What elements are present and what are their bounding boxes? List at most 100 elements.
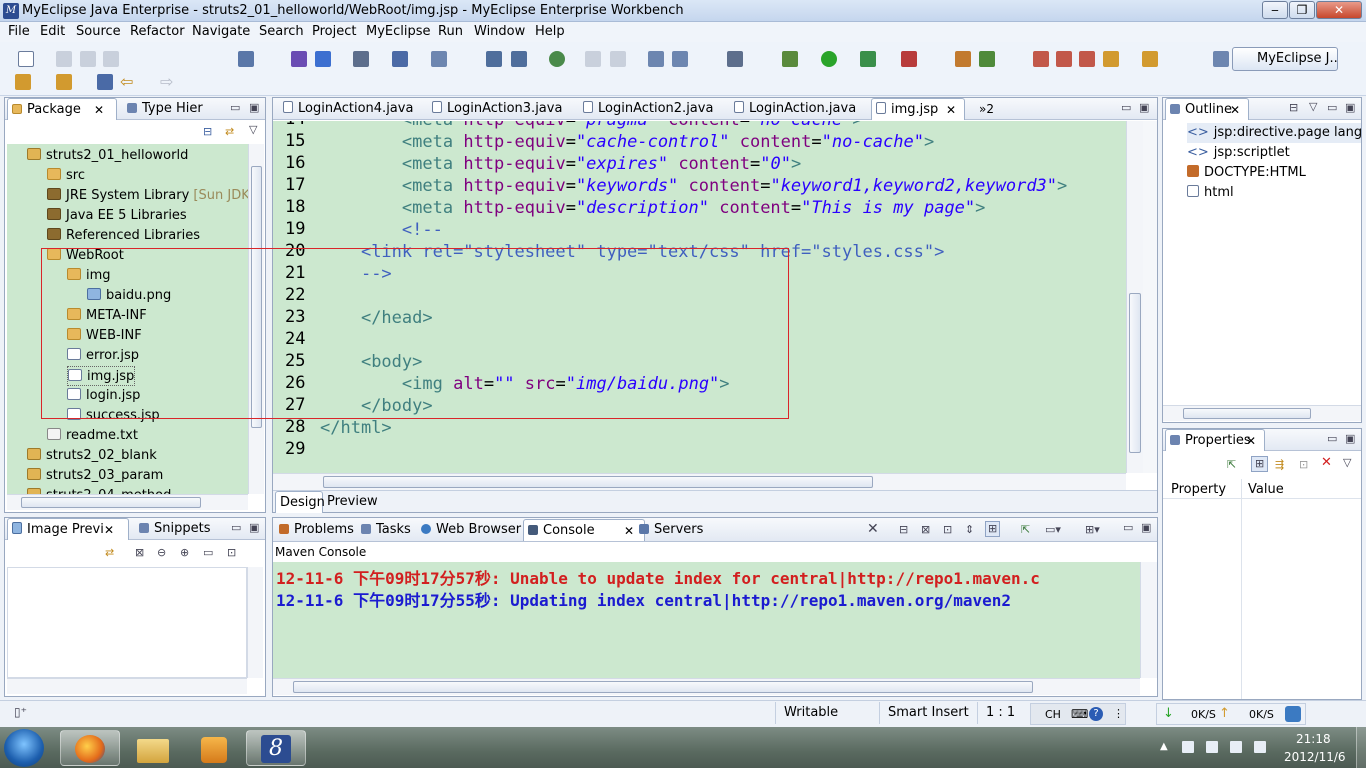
filter-icon[interactable]: ⇶	[1275, 458, 1284, 472]
code-line[interactable]: <meta http-equiv="description" content="…	[320, 197, 986, 219]
ime-options-icon[interactable]: ⋮	[1113, 707, 1124, 720]
outline-item-directive[interactable]: <> jsp:directive.page languag	[1187, 123, 1361, 143]
code-line[interactable]: <meta http-equiv="expires" content="0">	[320, 153, 801, 175]
pin-console-icon[interactable]: ⇱	[1021, 523, 1030, 537]
view-menu-icon[interactable]: ▽	[1309, 100, 1317, 114]
minimize-view-icon[interactable]: ▭	[1121, 101, 1131, 115]
scrollbar-thumb[interactable]	[21, 497, 201, 508]
deploy-icon[interactable]	[291, 51, 307, 67]
tab-outline[interactable]: Outline ✕	[1165, 98, 1249, 120]
code-line[interactable]: <meta http-equiv="cache-control" content…	[320, 131, 934, 153]
show-desktop-button[interactable]	[1356, 727, 1366, 768]
close-icon[interactable]: ✕	[94, 99, 104, 121]
tab-properties[interactable]: Properties ✕	[1165, 429, 1265, 451]
new-package-icon[interactable]	[486, 51, 502, 67]
tab-image-preview[interactable]: Image Previ ✕	[7, 518, 129, 540]
tab-img-jsp[interactable]: img.jsp ✕	[871, 98, 965, 120]
terminate-icon[interactable]: ✕	[867, 522, 879, 536]
code-line[interactable]: <meta http-equiv="keywords" content="key…	[320, 175, 1067, 197]
code-line[interactable]: </html>	[320, 417, 392, 439]
sync-icon[interactable]: ⇄	[105, 546, 114, 560]
flag-icon[interactable]	[1182, 741, 1194, 753]
zoom-out-icon[interactable]: ⊖	[157, 546, 166, 560]
tab-design[interactable]: Design	[275, 491, 325, 513]
print-icon[interactable]	[103, 51, 119, 67]
network-monitor-icon[interactable]	[1285, 706, 1301, 722]
prev-annotation-icon[interactable]	[1056, 51, 1072, 67]
outline-item-doctype[interactable]: DOCTYPE:HTML	[1187, 163, 1306, 183]
close-button[interactable]: ✕	[1316, 1, 1362, 19]
tab-type-hierarchy[interactable]: Type Hier	[123, 98, 223, 120]
debug-icon[interactable]	[782, 51, 798, 67]
menu-myeclipse[interactable]: MyEclipse	[366, 24, 431, 39]
clear-console-icon[interactable]: ⊡	[943, 523, 952, 537]
menu-file[interactable]: File	[8, 24, 30, 39]
minimize-button[interactable]: ‒	[1262, 1, 1288, 19]
open-type-icon[interactable]	[353, 51, 369, 67]
fast-view-icon[interactable]: ▯⁺	[14, 705, 27, 719]
code-line[interactable]: <meta http-equiv="pragma" content="no-ca…	[320, 121, 863, 131]
new-server-icon[interactable]	[672, 51, 688, 67]
new-class-icon[interactable]	[392, 51, 408, 67]
minimize-view-icon[interactable]: ▭	[1327, 432, 1337, 446]
menu-edit[interactable]: Edit	[40, 24, 65, 39]
external-tools-icon[interactable]	[901, 51, 917, 67]
tree-item-project[interactable]: struts2_01_helloworld	[27, 146, 188, 166]
maximize-view-icon[interactable]: ▣	[1139, 101, 1149, 115]
close-icon[interactable]: ✕	[624, 520, 634, 542]
web-browser-icon[interactable]	[549, 51, 565, 67]
close-icon[interactable]: ✕	[1246, 430, 1256, 452]
word-wrap-icon[interactable]: ⊞	[985, 521, 1001, 537]
clock-date[interactable]: 2012/11/6	[1284, 750, 1346, 764]
open-console-icon[interactable]: ⊞▾	[1085, 523, 1100, 537]
maximize-view-icon[interactable]: ▣	[249, 101, 259, 115]
menu-source[interactable]: Source	[76, 24, 121, 39]
scroll-lock-icon[interactable]: ⇕	[965, 523, 974, 537]
build-icon[interactable]	[955, 51, 971, 67]
minimize-view-icon[interactable]: ▭	[1327, 101, 1337, 115]
tab-tasks[interactable]: Tasks	[357, 519, 417, 541]
forward-arrow-icon[interactable]: ⇨	[160, 74, 176, 90]
tab-loginaction[interactable]: LoginAction.java	[730, 98, 870, 120]
tree-item-readme[interactable]: readme.txt	[47, 426, 138, 446]
open-wizard-icon[interactable]	[431, 51, 447, 67]
tree-item-javaee[interactable]: Java EE 5 Libraries	[47, 206, 187, 226]
save-icon[interactable]	[56, 51, 72, 67]
image-preview-vertical-scrollbar[interactable]	[247, 567, 263, 678]
new-file-icon[interactable]	[511, 51, 527, 67]
tab-loginaction3[interactable]: LoginAction3.java	[428, 98, 573, 120]
myeclipse-taskbar-button[interactable]: 8	[246, 730, 306, 766]
scrollbar-thumb[interactable]	[293, 681, 1033, 693]
fit-window-icon[interactable]: ⊡	[227, 546, 236, 560]
tree-item-src[interactable]: src	[47, 166, 85, 186]
categories-icon[interactable]: ⊞	[1251, 456, 1269, 472]
menu-search[interactable]: Search	[259, 24, 304, 39]
tab-overflow[interactable]: »2	[975, 98, 999, 120]
console-horizontal-scrollbar[interactable]	[273, 678, 1140, 695]
collapse-all-icon[interactable]: ⊟	[1289, 101, 1298, 115]
tab-servers[interactable]: Servers	[635, 519, 707, 541]
editor-horizontal-scrollbar[interactable]	[273, 473, 1126, 490]
maximize-view-icon[interactable]: ▣	[1345, 432, 1355, 446]
menu-navigate[interactable]: Navigate	[192, 24, 250, 39]
next-edit-icon[interactable]	[15, 74, 31, 90]
ime-language[interactable]: CH	[1045, 708, 1061, 721]
close-icon[interactable]: ✕	[946, 99, 956, 121]
last-edit-icon[interactable]	[56, 74, 72, 90]
help-icon[interactable]: ?	[1089, 707, 1103, 721]
tab-snippets[interactable]: Snippets	[135, 518, 215, 540]
new-web-project-icon[interactable]	[238, 51, 254, 67]
network-icon[interactable]	[1206, 741, 1218, 753]
minimize-view-icon[interactable]: ▭	[230, 101, 240, 115]
console-vertical-scrollbar[interactable]	[1140, 562, 1157, 678]
link-with-editor-icon[interactable]: ⇄	[225, 125, 234, 139]
back-arrow-icon[interactable]: ⇦	[120, 74, 136, 90]
outline-item-html[interactable]: html	[1187, 183, 1234, 203]
menu-refactor[interactable]: Refactor	[130, 24, 185, 39]
keyboard-icon[interactable]: ⌨	[1071, 707, 1088, 721]
value-column-header[interactable]: Value	[1248, 482, 1284, 497]
media-player-taskbar-button[interactable]	[184, 730, 244, 766]
close-icon[interactable]: ✕	[104, 519, 114, 541]
pin-icon[interactable]	[1142, 51, 1158, 67]
scrollbar-thumb[interactable]	[1183, 408, 1311, 419]
